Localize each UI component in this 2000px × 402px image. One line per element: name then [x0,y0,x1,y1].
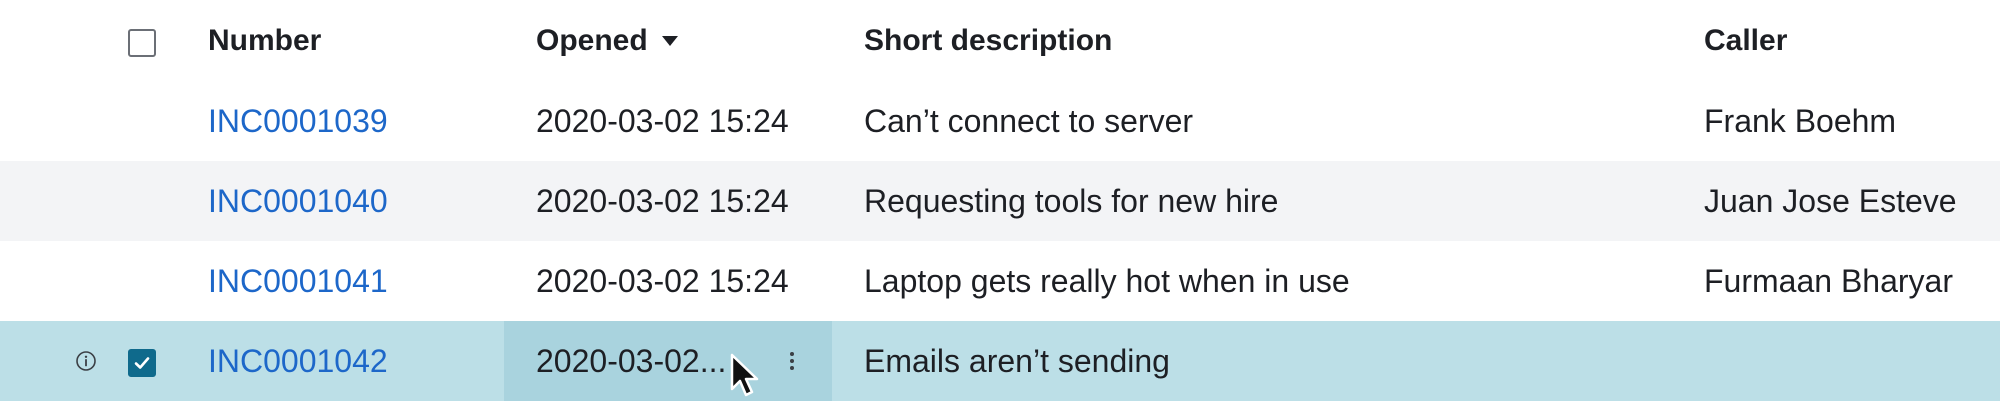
row-select-checkbox[interactable] [128,349,156,377]
opened-cell[interactable]: 2020-03-02 15:24 [536,81,789,161]
table-header: Number Opened Short description Caller [0,1,2000,81]
short-description-cell[interactable]: Emails aren’t sending [864,321,1170,401]
sort-descending-icon[interactable] [661,36,678,46]
info-icon[interactable] [75,350,97,372]
opened-cell[interactable]: 2020-03-02... [536,321,726,401]
incident-number-link[interactable]: INC0001042 [208,321,388,401]
column-header-number[interactable]: Number [208,1,321,81]
more-vertical-icon[interactable] [784,349,800,373]
short-description-cell[interactable]: Requesting tools for new hire [864,161,1278,241]
table-row[interactable]: INC0001039 2020-03-02 15:24 Can’t connec… [0,81,2000,161]
caller-cell[interactable]: Juan Jose Esteve [1704,161,1957,241]
column-header-caller[interactable]: Caller [1704,1,1787,81]
incident-number-link[interactable]: INC0001040 [208,161,388,241]
table-row-selected[interactable]: INC0001042 2020-03-02... Emails aren’t s… [0,321,2000,401]
short-description-cell[interactable]: Laptop gets really hot when in use [864,241,1350,321]
opened-cell[interactable]: 2020-03-02 15:24 [536,161,789,241]
caller-cell[interactable]: Furmaan Bharyar [1704,241,1953,321]
check-icon [134,357,150,369]
table-row[interactable]: INC0001041 2020-03-02 15:24 Laptop gets … [0,241,2000,321]
incident-number-link[interactable]: INC0001041 [208,241,388,321]
incident-number-link[interactable]: INC0001039 [208,81,388,161]
short-description-cell[interactable]: Can’t connect to server [864,81,1193,161]
mouse-pointer-icon [730,353,759,397]
table-row[interactable]: INC0001040 2020-03-02 15:24 Requesting t… [0,161,2000,241]
column-header-short-description[interactable]: Short description [864,1,1112,81]
caller-cell[interactable]: Frank Boehm [1704,81,1896,161]
opened-cell[interactable]: 2020-03-02 15:24 [536,241,789,321]
select-all-checkbox[interactable] [128,29,156,57]
column-header-opened[interactable]: Opened [536,1,678,81]
